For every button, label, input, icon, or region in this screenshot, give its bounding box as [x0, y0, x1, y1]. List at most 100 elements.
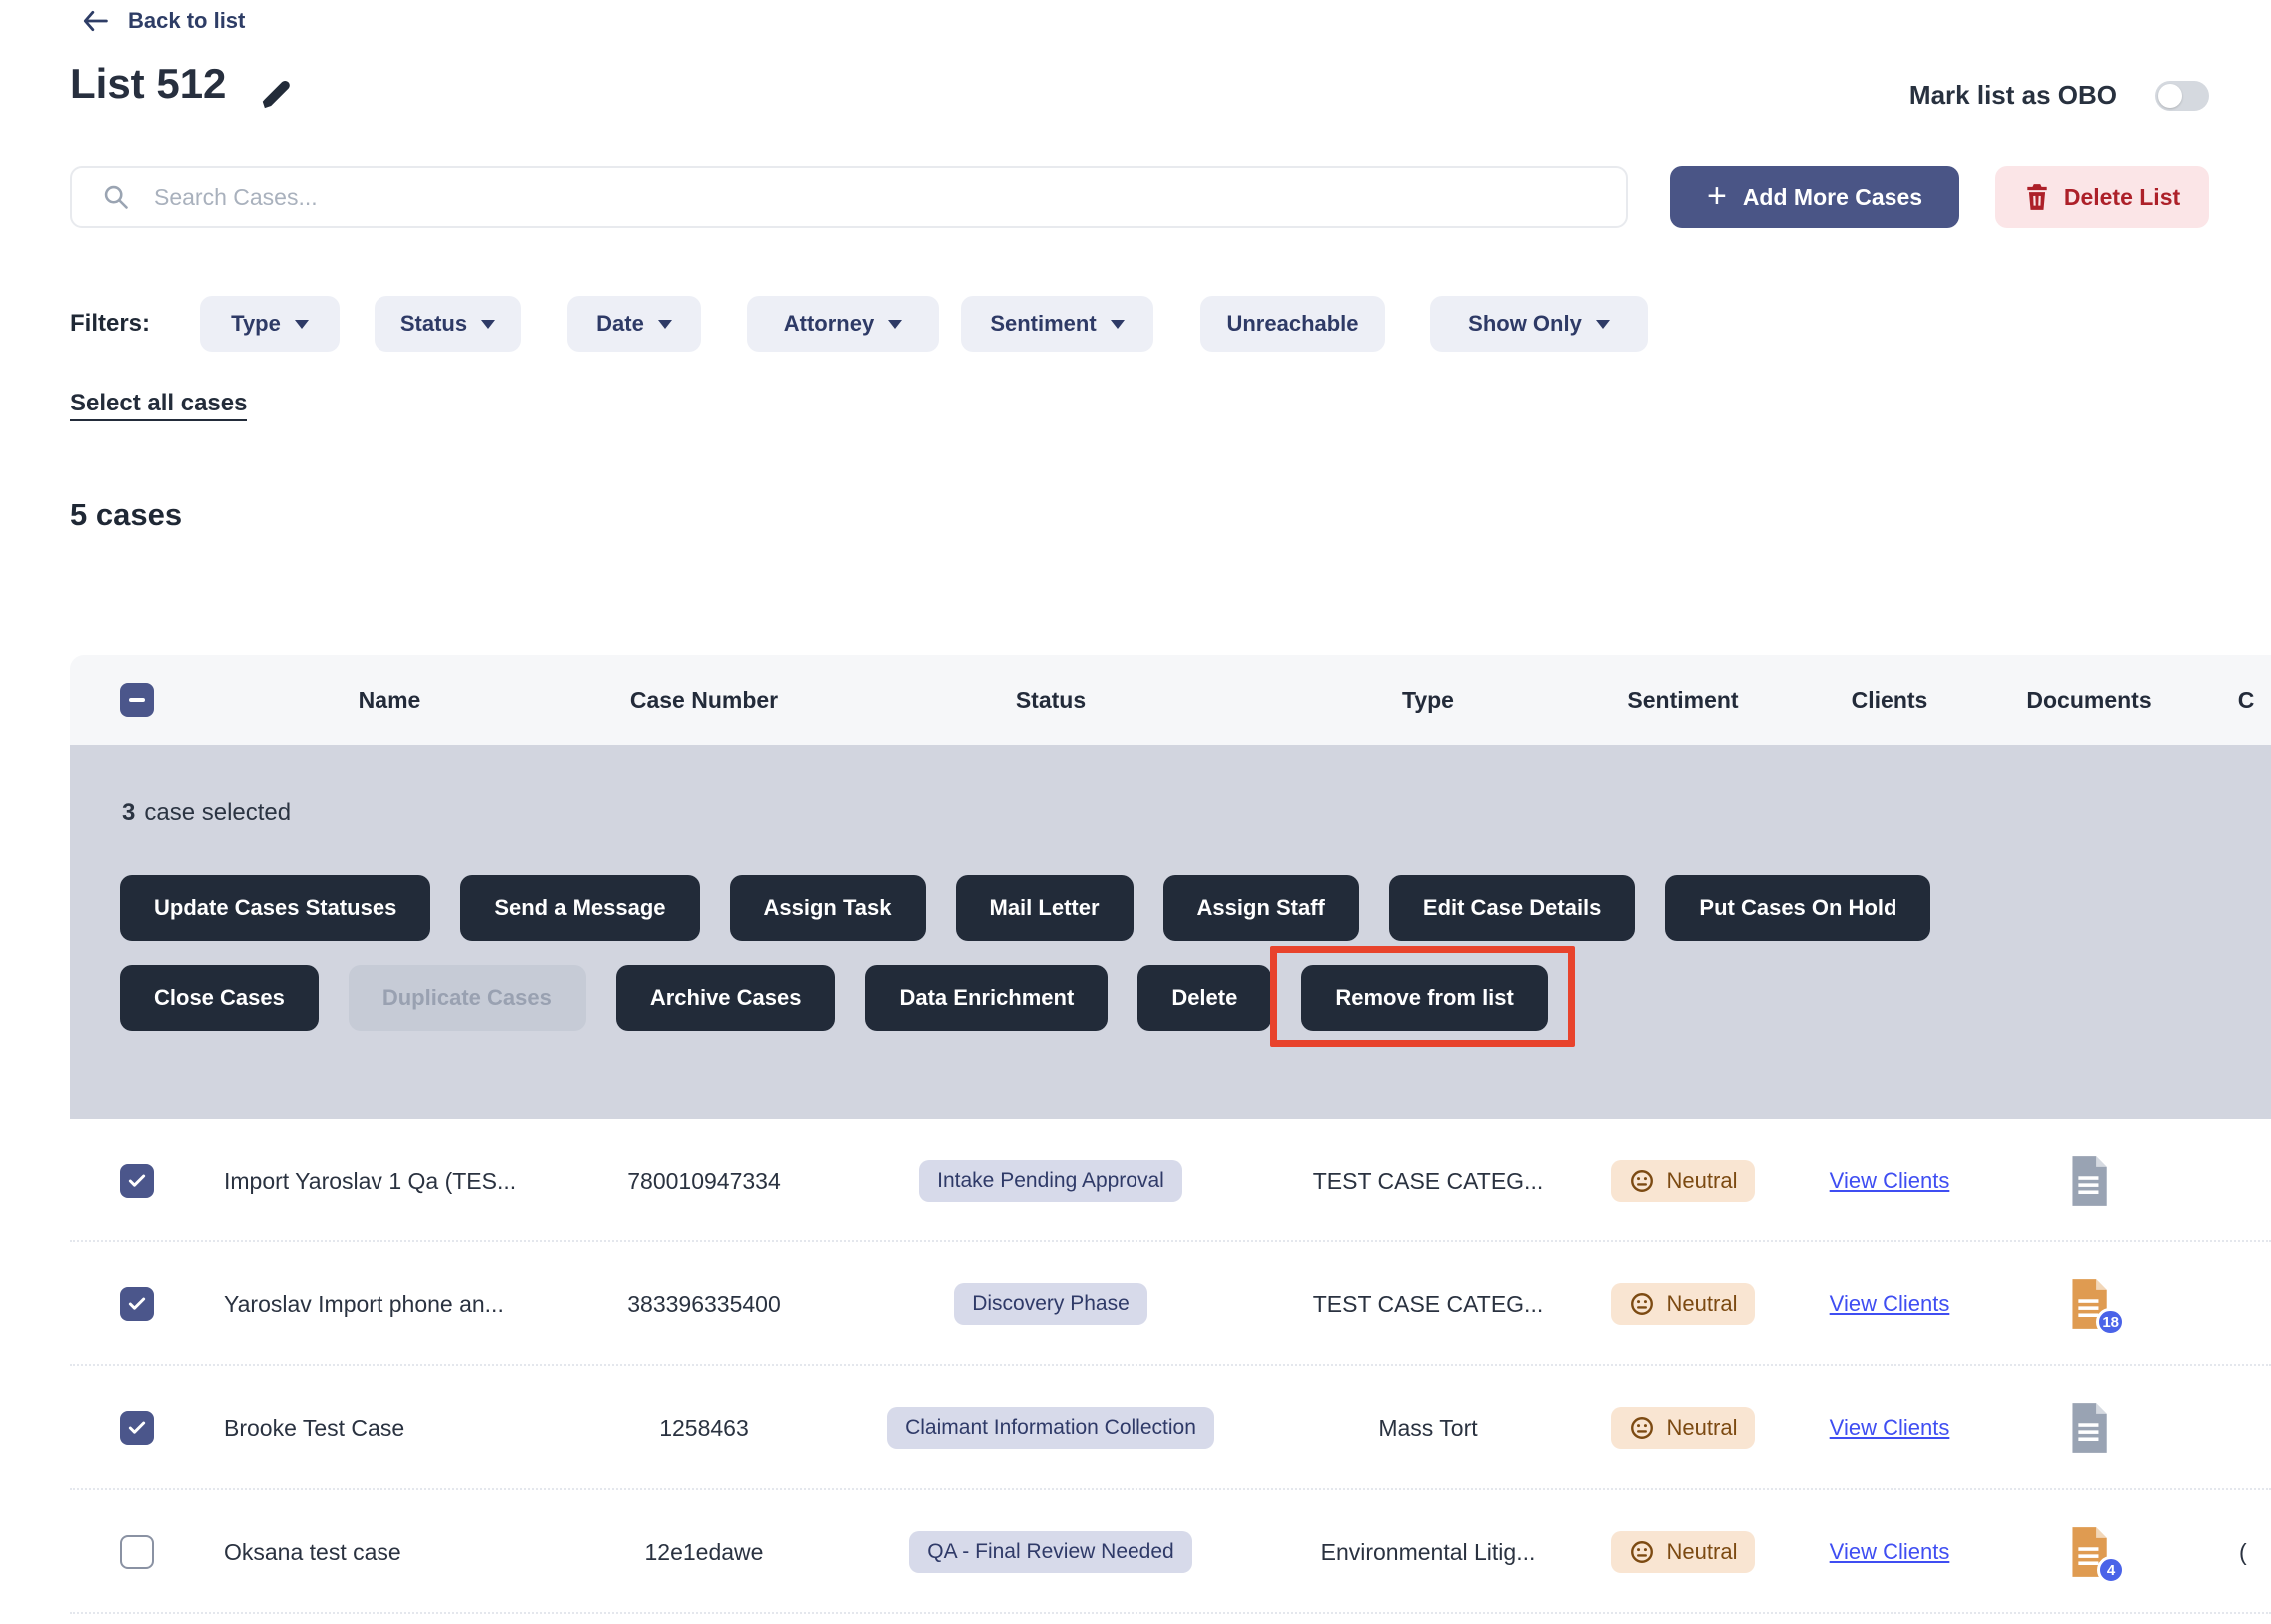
table-row: Import Yaroslav 1 Qa (TES... 78001094733… [70, 1119, 2271, 1242]
chevron-down-icon [658, 320, 672, 329]
assign-staff-button[interactable]: Assign Staff [1163, 875, 1359, 941]
filter-date-label: Date [596, 311, 644, 337]
row-checkbox[interactable] [120, 1287, 154, 1321]
status-badge: QA - Final Review Needed [909, 1531, 1191, 1573]
back-to-list-link[interactable]: Back to list [80, 8, 245, 34]
mark-list-obo: Mark list as OBO [1909, 80, 2209, 111]
chevron-down-icon [481, 320, 495, 329]
filter-sentiment-label: Sentiment [990, 311, 1096, 337]
status-cell: QA - Final Review Needed [851, 1490, 1250, 1614]
neutral-face-icon [1629, 1539, 1655, 1565]
neutral-face-icon [1629, 1291, 1655, 1317]
clients-cell: View Clients [1765, 1242, 2014, 1366]
selected-count-number: 3 [122, 799, 135, 826]
case-number: 12e1edawe [554, 1490, 854, 1614]
view-clients-link[interactable]: View Clients [1830, 1291, 1950, 1317]
filter-type-label: Type [231, 311, 281, 337]
select-all-cases-link[interactable]: Select all cases [70, 390, 247, 421]
table-row: Brooke Test Case 1258463 Claimant Inform… [70, 1366, 2271, 1490]
check-icon [127, 1171, 147, 1191]
close-cases-button[interactable]: Close Cases [120, 965, 319, 1031]
filter-status-dropdown[interactable]: Status [375, 296, 521, 352]
neutral-face-icon [1629, 1168, 1655, 1194]
case-number: 383396335400 [554, 1242, 854, 1366]
documents-count-badge: 4 [2097, 1556, 2125, 1584]
sentiment-label: Neutral [1667, 1415, 1738, 1441]
bulk-actions-row-1: Update Cases Statuses Send a Message Ass… [120, 875, 1930, 941]
put-cases-on-hold-button[interactable]: Put Cases On Hold [1665, 875, 1930, 941]
duplicate-cases-button: Duplicate Cases [349, 965, 586, 1031]
back-to-list-label: Back to list [128, 8, 245, 34]
add-more-cases-button[interactable]: + Add More Cases [1670, 166, 1959, 228]
documents-cell: 18 [2049, 1242, 2129, 1366]
filter-status-label: Status [400, 311, 467, 337]
documents-button[interactable]: 18 [2067, 1278, 2111, 1330]
search-icon [102, 183, 130, 211]
delete-list-button[interactable]: Delete List [1995, 166, 2209, 228]
edit-case-details-button[interactable]: Edit Case Details [1389, 875, 1636, 941]
delete-button[interactable]: Delete [1137, 965, 1271, 1031]
send-a-message-button[interactable]: Send a Message [460, 875, 699, 941]
view-clients-link[interactable]: View Clients [1830, 1539, 1950, 1565]
obo-label: Mark list as OBO [1909, 80, 2117, 111]
chevron-down-icon [1596, 320, 1610, 329]
assign-task-button[interactable]: Assign Task [730, 875, 926, 941]
row-checkbox[interactable] [120, 1535, 154, 1569]
row-checkbox[interactable] [120, 1164, 154, 1198]
search-cases-input[interactable] [152, 183, 1354, 212]
cases-table: Name Case Number Status Type Sentiment C… [70, 655, 2271, 1614]
clipped-cell-text: ( [2239, 1490, 2269, 1614]
mail-letter-button[interactable]: Mail Letter [956, 875, 1134, 941]
select-all-checkbox[interactable] [120, 683, 154, 717]
status-badge: Discovery Phase [954, 1283, 1147, 1325]
status-badge: Intake Pending Approval [919, 1160, 1182, 1202]
pencil-icon [258, 76, 294, 112]
cases-count: 5 cases [70, 497, 182, 533]
column-header-documents: Documents [1964, 655, 2214, 745]
documents-button[interactable] [2067, 1402, 2111, 1454]
search-cases-box [70, 166, 1628, 228]
filter-attorney-label: Attorney [784, 311, 874, 337]
edit-title-button[interactable] [258, 76, 294, 117]
status-cell: Discovery Phase [851, 1242, 1250, 1366]
filter-attorney-dropdown[interactable]: Attorney [747, 296, 939, 352]
sentiment-label: Neutral [1667, 1291, 1738, 1317]
documents-button[interactable] [2067, 1155, 2111, 1207]
documents-button[interactable]: 4 [2067, 1526, 2111, 1578]
sentiment-badge: Neutral [1611, 1283, 1756, 1325]
filter-type-dropdown[interactable]: Type [200, 296, 340, 352]
filter-date-dropdown[interactable]: Date [567, 296, 701, 352]
remove-from-list-button[interactable]: Remove from list [1301, 965, 1548, 1031]
column-header-case-number: Case Number [554, 655, 854, 745]
documents-count-badge: 18 [2096, 1308, 2125, 1336]
column-header-clipped: C [2216, 655, 2271, 745]
filter-unreachable-label: Unreachable [1226, 311, 1358, 337]
chevron-down-icon [888, 320, 902, 329]
sentiment-badge: Neutral [1611, 1160, 1756, 1202]
neutral-face-icon [1629, 1415, 1655, 1441]
trash-icon [2024, 183, 2050, 211]
documents-cell [2049, 1119, 2129, 1242]
clients-cell: View Clients [1765, 1490, 2014, 1614]
filter-show-only-label: Show Only [1468, 311, 1582, 337]
column-header-name: Name [290, 655, 489, 745]
archive-cases-button[interactable]: Archive Cases [616, 965, 836, 1031]
row-checkbox[interactable] [120, 1411, 154, 1445]
case-number: 780010947334 [554, 1119, 854, 1242]
page-title: List 512 [70, 60, 226, 108]
document-gray-icon [2067, 1155, 2111, 1207]
view-clients-link[interactable]: View Clients [1830, 1415, 1950, 1441]
filter-show-only-dropdown[interactable]: Show Only [1430, 296, 1648, 352]
documents-cell: 4 [2049, 1490, 2129, 1614]
chevron-down-icon [295, 320, 309, 329]
update-cases-statuses-button[interactable]: Update Cases Statuses [120, 875, 430, 941]
data-enrichment-button[interactable]: Data Enrichment [865, 965, 1108, 1031]
view-clients-link[interactable]: View Clients [1830, 1168, 1950, 1194]
documents-cell [2049, 1366, 2129, 1490]
filter-sentiment-dropdown[interactable]: Sentiment [961, 296, 1153, 352]
toggle-knob [2158, 84, 2182, 108]
add-more-cases-label: Add More Cases [1743, 184, 1922, 211]
filter-unreachable-pill[interactable]: Unreachable [1200, 296, 1385, 352]
obo-toggle[interactable] [2155, 81, 2209, 111]
clients-cell: View Clients [1765, 1366, 2014, 1490]
